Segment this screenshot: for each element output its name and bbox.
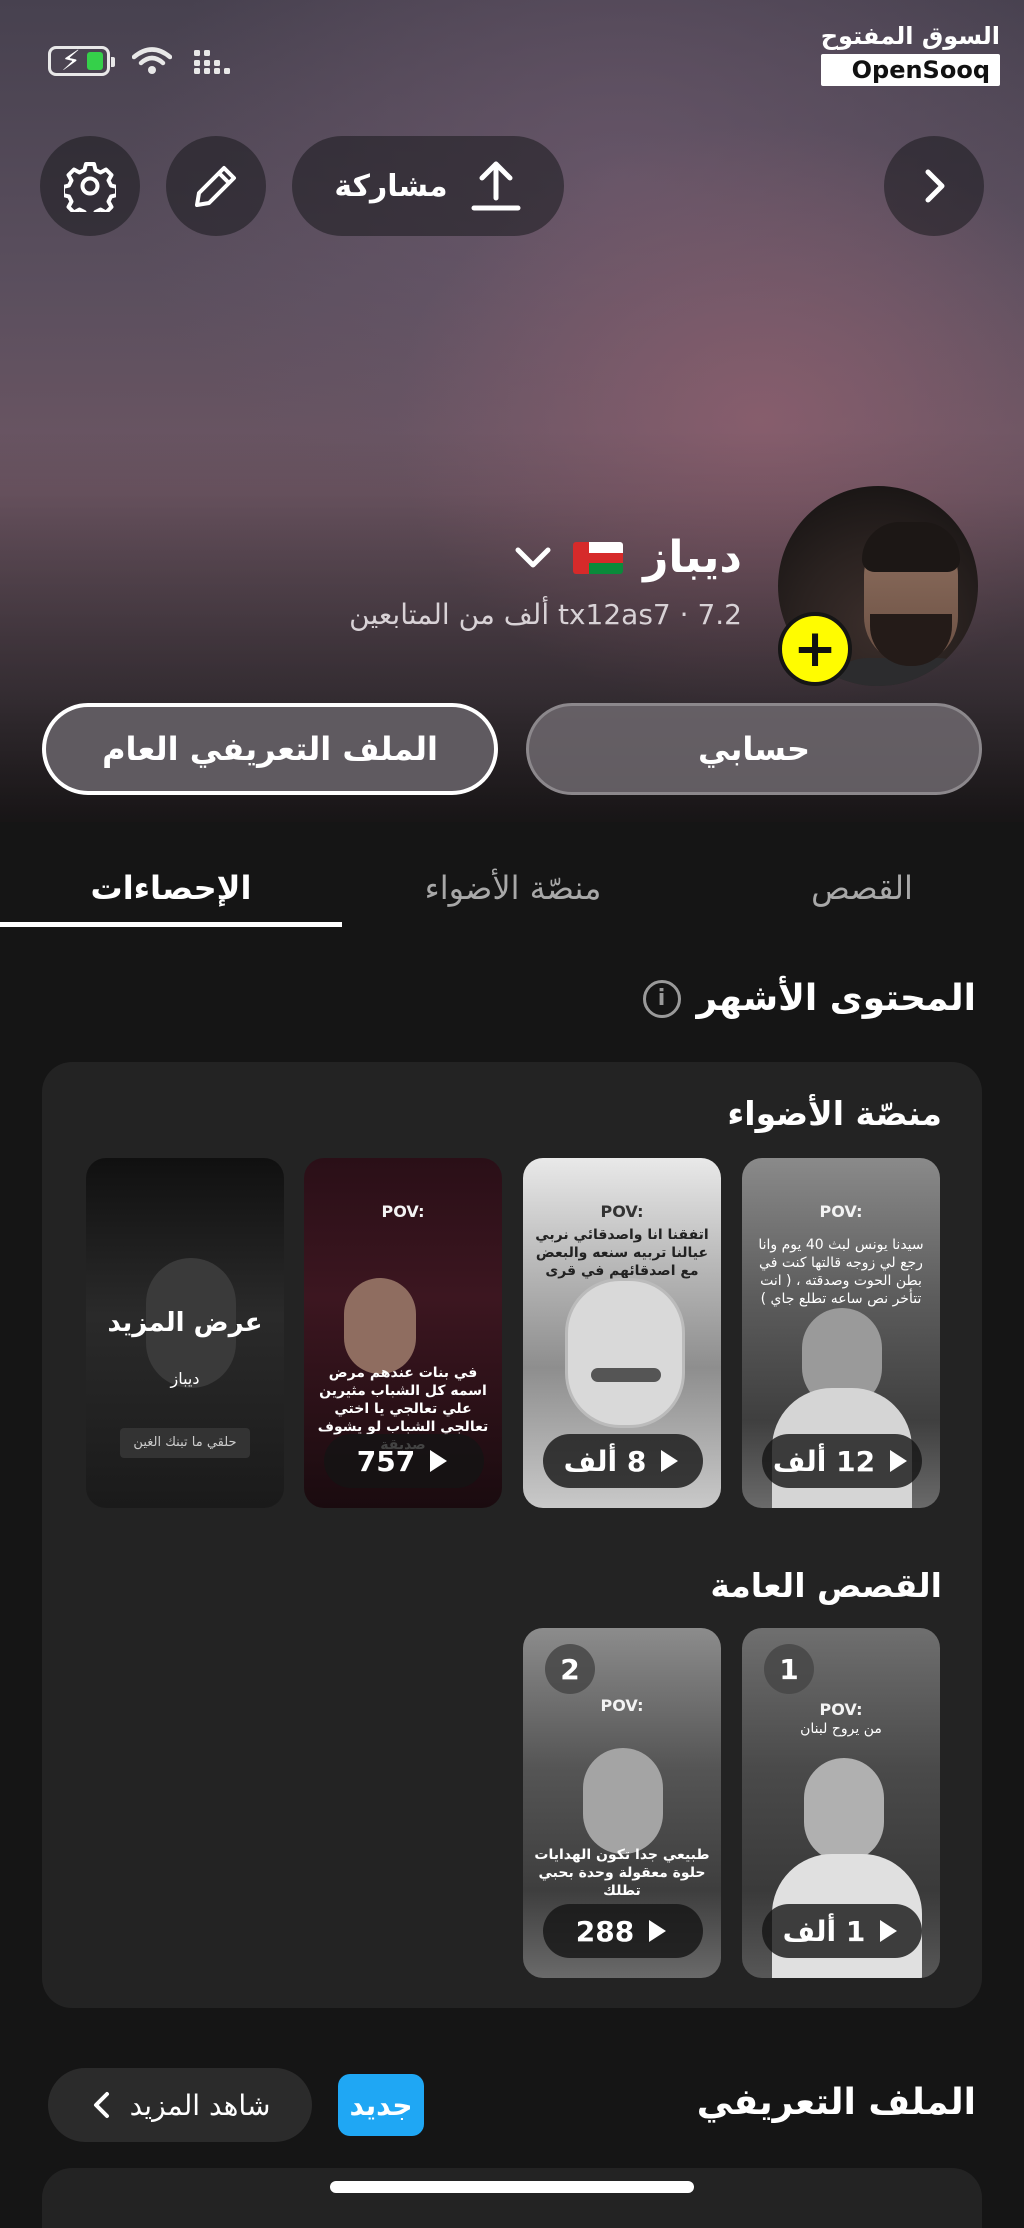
- pov-label: POV:: [381, 1202, 425, 1221]
- public-story-thumbnail[interactable]: 1 POV: من يروح لبنان 1 ألف: [742, 1628, 940, 1978]
- cellular-signal-icon: [194, 50, 230, 74]
- new-badge: جديد: [338, 2074, 424, 2136]
- share-label: مشاركة: [334, 168, 448, 204]
- view-count-label: 288: [575, 1914, 635, 1948]
- info-icon[interactable]: i: [642, 979, 681, 1018]
- username: tx12as7: [558, 598, 671, 631]
- settings-button[interactable]: [40, 136, 140, 236]
- tile-name: ديباز: [170, 1369, 200, 1388]
- tab-stories[interactable]: القصص: [700, 848, 1024, 928]
- pov-label: POV:: [600, 1202, 644, 1221]
- pencil-icon: [195, 166, 236, 207]
- tab-spotlight-label: منصّة الأضواء: [424, 869, 602, 907]
- thumbnail-caption: طبيعي جدا تكون الهدايات حلوة معقولة وحدة…: [534, 1847, 710, 1899]
- pov-label: POV:: [600, 1696, 644, 1715]
- pov-label: POV:: [819, 1202, 863, 1221]
- home-indicator[interactable]: [330, 2181, 694, 2193]
- view-count: 8 ألف: [543, 1434, 703, 1488]
- public-story-thumbnail[interactable]: 2 POV: طبيعي جدا تكون الهدايات حلوة معقو…: [523, 1628, 721, 1978]
- battery-icon: ⚡: [48, 44, 115, 77]
- play-icon: [648, 1920, 666, 1942]
- view-count: 757: [324, 1434, 484, 1488]
- gear-icon: [64, 162, 116, 212]
- spotlight-see-more-tile[interactable]: عرض المزيد ديباز حلقي ما تبنك الغين: [86, 1158, 284, 1508]
- tab-bar: القصص منصّة الأضواء الإحصاءات: [0, 848, 1024, 928]
- tile-tag: حلقي ما تبنك الغين: [120, 1428, 250, 1458]
- chevron-right-icon: [925, 169, 945, 203]
- tab-insights[interactable]: الإحصاءات: [0, 848, 342, 928]
- spotlight-thumbnail[interactable]: POV: اتفقنا انا واصدقائي نربي عيالنا ترب…: [523, 1158, 721, 1508]
- oman-flag-icon: [573, 541, 624, 574]
- public-profile-button[interactable]: الملف التعريفي العام: [42, 703, 498, 795]
- back-button[interactable]: [884, 136, 984, 236]
- spotlight-thumbnail[interactable]: POV: سيدنا يونس لبث 40 يوم وانا رجع لي ز…: [742, 1158, 940, 1508]
- see-more-button[interactable]: شاهد المزيد: [48, 2068, 312, 2142]
- chevron-down-icon[interactable]: [513, 545, 553, 571]
- tab-spotlight[interactable]: منصّة الأضواء: [342, 848, 684, 928]
- add-story-button[interactable]: +: [778, 612, 852, 686]
- spotlight-section-title: منصّة الأضواء: [727, 1094, 942, 1133]
- opensooq-watermark: السوق المفتوح OpenSooq: [820, 22, 1000, 86]
- edit-profile-button[interactable]: [166, 136, 266, 236]
- chevron-left-icon: [93, 2092, 109, 2118]
- public-profile-label: الملف التعريفي العام: [102, 730, 438, 768]
- view-count-label: 8 ألف: [563, 1444, 647, 1478]
- share-button[interactable]: مشاركة: [292, 136, 564, 236]
- display-name: ديباز: [643, 532, 742, 583]
- view-count: 12 ألف: [762, 1434, 922, 1488]
- view-count-label: 1 ألف: [782, 1914, 866, 1948]
- tab-stories-label: القصص: [811, 869, 913, 907]
- view-count: 288: [543, 1904, 703, 1958]
- top-content-header: المحتوى الأشهر i: [642, 978, 976, 1019]
- my-account-label: حسابي: [697, 730, 811, 768]
- public-stories-section-title: القصص العامة: [710, 1566, 942, 1605]
- pov-label: POV:: [819, 1700, 863, 1719]
- tab-insights-label: الإحصاءات: [90, 869, 252, 907]
- profile-subline: tx12as7 · 7.2 ألف من المتابعين: [349, 598, 742, 631]
- brand-english: OpenSooq: [820, 54, 1000, 86]
- rank-badge: 1: [764, 1644, 814, 1694]
- thumbnail-caption: من يروح لبنان: [800, 1721, 882, 1737]
- play-icon: [660, 1450, 678, 1472]
- status-bar: ⚡: [48, 44, 232, 77]
- spotlight-thumbnail[interactable]: POV: في بنات عندهم مرض اسمه كل الشباب مث…: [304, 1158, 502, 1508]
- profile-card: [42, 2168, 982, 2228]
- play-icon: [879, 1920, 897, 1942]
- top-content-title: المحتوى الأشهر: [696, 978, 976, 1019]
- play-icon: [429, 1450, 447, 1472]
- rank-badge: 2: [545, 1644, 595, 1694]
- see-more-label: شاهد المزيد: [129, 2088, 271, 2122]
- share-upload-icon: [471, 161, 521, 211]
- profile-section-title: الملف التعريفي: [696, 2082, 976, 2123]
- profile-name-row[interactable]: ديباز: [513, 532, 742, 583]
- play-icon: [889, 1450, 907, 1472]
- see-more-label: عرض المزيد: [107, 1308, 263, 1338]
- separator: ·: [679, 598, 689, 631]
- view-count-label: 757: [356, 1444, 416, 1478]
- plus-icon: +: [793, 619, 837, 679]
- view-count: 1 ألف: [762, 1904, 922, 1958]
- brand-arabic: السوق المفتوح: [820, 22, 1000, 50]
- my-account-button[interactable]: حسابي: [526, 703, 982, 795]
- view-count-label: 12 ألف: [772, 1444, 876, 1478]
- active-tab-indicator: [0, 922, 342, 927]
- wifi-icon: [132, 47, 172, 74]
- thumbnail-caption: سيدنا يونس لبث 40 يوم وانا رجع لي زوجه ق…: [758, 1237, 924, 1307]
